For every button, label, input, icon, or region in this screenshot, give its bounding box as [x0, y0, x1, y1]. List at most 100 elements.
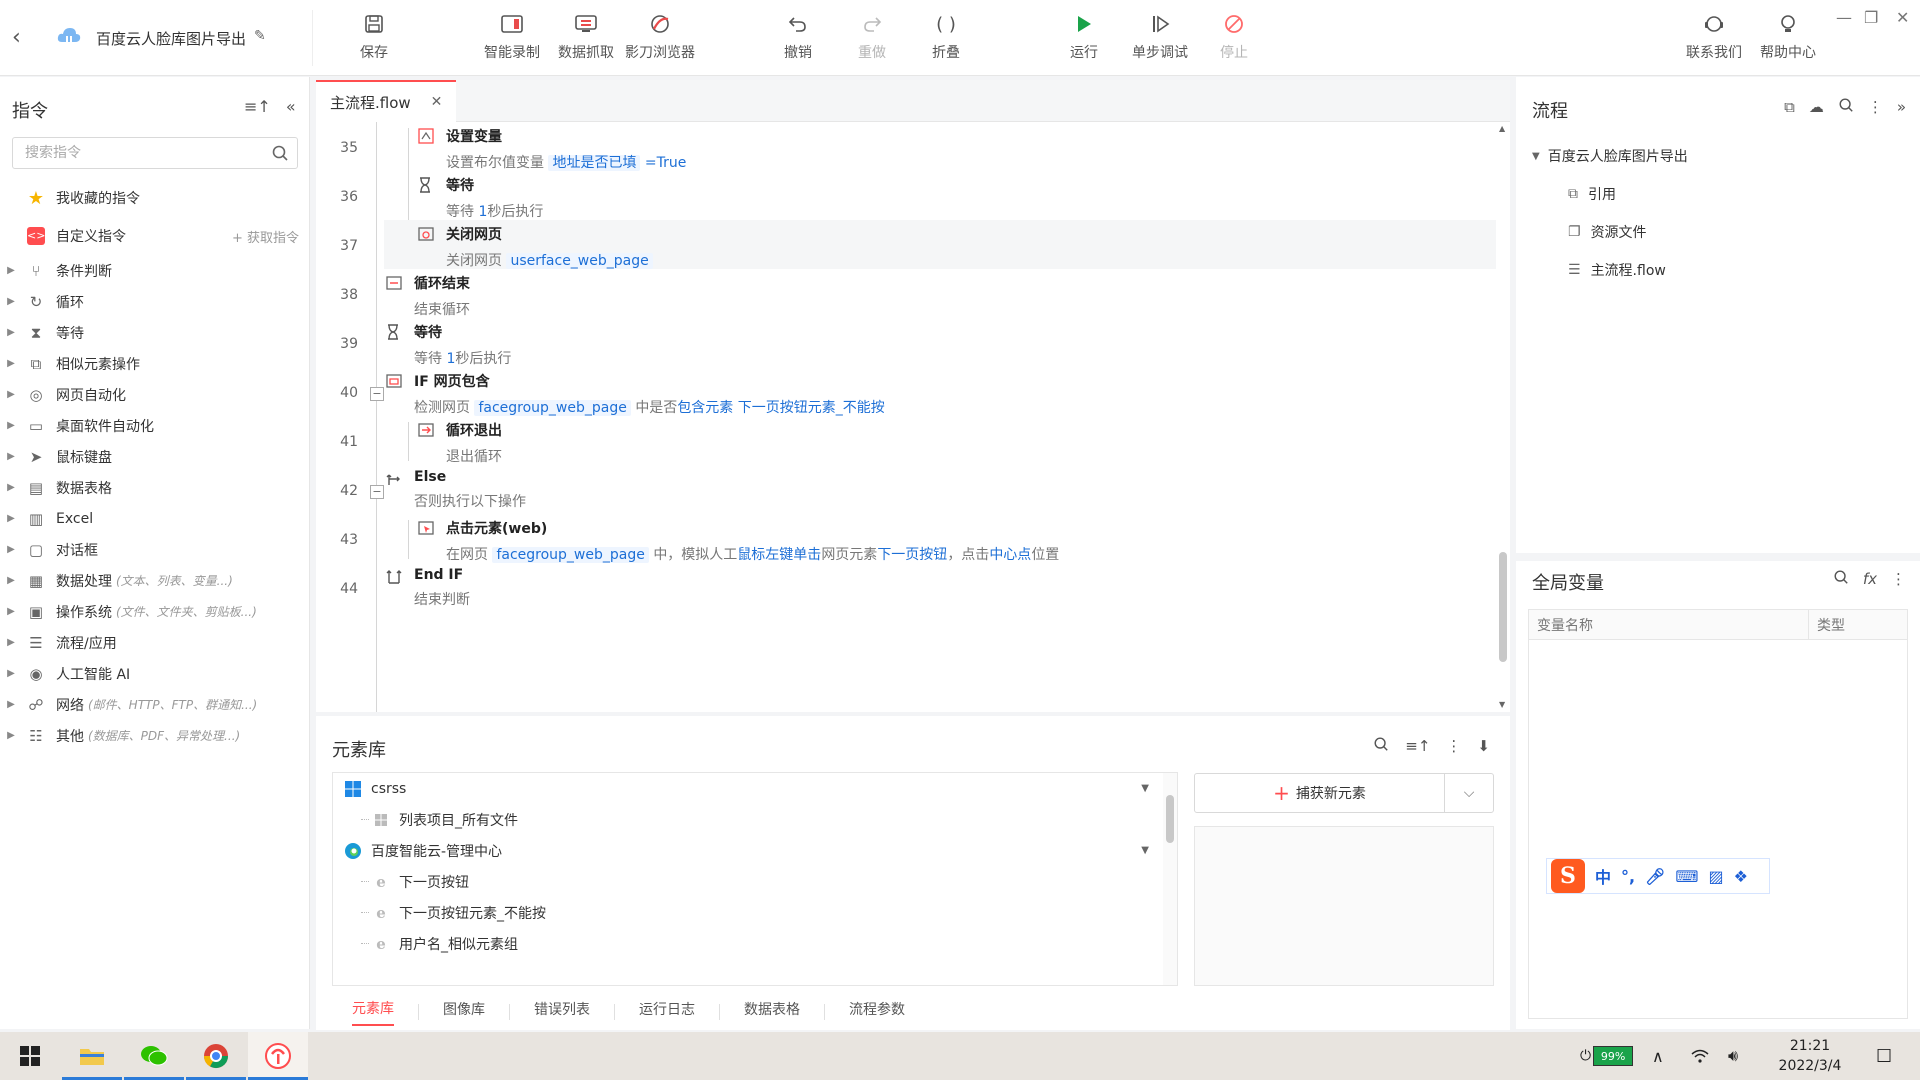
chevron-down-icon[interactable]: ⌵	[1445, 785, 1493, 801]
category-item[interactable]: ▶ ☰ 流程/应用	[0, 627, 309, 658]
collapse-down-icon[interactable]: ⬇	[1477, 737, 1490, 755]
taskbar-wechat[interactable]	[124, 1032, 184, 1080]
sort-icon[interactable]: ≡↑	[244, 97, 271, 116]
caret-down-icon[interactable]: ▼	[1141, 783, 1149, 794]
collapse-left-icon[interactable]: «	[286, 97, 296, 116]
toolbox-icon[interactable]: ❖	[1734, 867, 1748, 886]
category-item[interactable]: ▶ ▭ 桌面软件自动化	[0, 410, 309, 441]
flow-tree-root[interactable]: ▼ 百度云人脸库图片导出	[1532, 137, 1688, 175]
flow-step[interactable]: 点击元素(web) 在网页 facegroup_web_page 中，模拟人工鼠标…	[418, 518, 1059, 578]
bottom-tab[interactable]: 数据表格	[744, 999, 800, 1025]
step-option-link[interactable]: 鼠标左键单击	[737, 547, 821, 563]
help-button[interactable]: 帮助中心	[1752, 10, 1824, 66]
more-icon[interactable]: ⋮	[1868, 98, 1883, 116]
smart-record-button[interactable]: 智能录制	[476, 10, 548, 66]
element-tree-scroll-thumb[interactable]	[1166, 795, 1174, 843]
wifi-icon[interactable]	[1690, 1032, 1710, 1080]
element-tree-row[interactable]: csrss ▼	[333, 773, 1163, 804]
tab-main-flow[interactable]: 主流程.flow ✕	[316, 80, 456, 122]
step-element-link[interactable]: 下一页按钮元素_不能按	[738, 400, 885, 416]
function-icon[interactable]: fx	[1863, 570, 1877, 588]
fold-toggle-icon[interactable]: −	[370, 387, 384, 401]
edit-pencil-icon[interactable]: ✎	[254, 28, 266, 44]
step-variable-token[interactable]: userface_web_page	[506, 253, 653, 269]
category-item[interactable]: ▶ ↻ 循环	[0, 286, 309, 317]
close-window-icon[interactable]: ✕	[1896, 8, 1909, 27]
bottom-tab[interactable]: 元素库	[352, 998, 394, 1026]
capture-new-element-button[interactable]: + 捕获新元素	[1195, 774, 1445, 812]
system-clock[interactable]: 21:21 2022/3/4	[1770, 1036, 1850, 1076]
flow-tree-item-resources[interactable]: ❐ 资源文件	[1568, 213, 1647, 251]
category-item[interactable]: ▶ ⧗ 等待	[0, 317, 309, 348]
fold-button[interactable]: ( ) 折叠	[910, 10, 982, 66]
element-tree-row[interactable]: e 用户名_相似元素组	[333, 928, 1163, 959]
scroll-up-icon[interactable]: ▲	[1499, 124, 1505, 133]
keyboard-icon[interactable]: ⌨	[1675, 867, 1698, 886]
bottom-tab[interactable]: 流程参数	[849, 999, 905, 1025]
browser-button[interactable]: 影刀浏览器	[624, 10, 696, 66]
editor-scroll-thumb[interactable]	[1499, 552, 1507, 662]
element-tree-row[interactable]: e 下一页按钮元素_不能按	[333, 897, 1163, 928]
step-option-link[interactable]: 中心点	[989, 547, 1031, 563]
flow-step[interactable]: 关闭网页 关闭网页 userface_web_page	[418, 224, 653, 284]
close-tab-icon[interactable]: ✕	[431, 94, 443, 110]
bottom-tab[interactable]: 错误列表	[534, 999, 590, 1025]
category-item[interactable]: ▶ ⑂ 条件判断	[0, 255, 309, 286]
ime-punctuation[interactable]: °,	[1621, 867, 1635, 886]
more-icon[interactable]: ⋮	[1891, 570, 1906, 588]
category-item[interactable]: ▶ ☷ 其他 (数据库、PDF、异常处理...)	[0, 720, 309, 751]
stop-button[interactable]: 停止	[1198, 10, 1270, 66]
save-button[interactable]: 保存	[338, 10, 410, 66]
step-option-link[interactable]: 包含元素	[677, 400, 733, 416]
favorites-item[interactable]: ★ 我收藏的指令	[0, 179, 309, 217]
taskbar-chrome[interactable]	[186, 1032, 246, 1080]
battery-indicator[interactable]: ⏻ 99%	[1580, 1032, 1634, 1080]
step-variable-token[interactable]: 地址是否已填	[548, 155, 641, 171]
collapse-right-icon[interactable]: »	[1897, 98, 1906, 116]
category-item[interactable]: ▶ ▣ 操作系统 (文件、文件夹、剪贴板...)	[0, 596, 309, 627]
flow-step[interactable]: End IF 结束判断	[386, 567, 470, 627]
search-icon[interactable]	[1838, 97, 1854, 117]
search-icon[interactable]	[271, 144, 289, 166]
category-item[interactable]: ▶ ▦ 数据处理 (文本、列表、变量...)	[0, 565, 309, 596]
back-icon[interactable]: ‹	[12, 24, 32, 52]
layers-add-icon[interactable]: ⧉	[1784, 98, 1795, 116]
step-variable-token[interactable]: facegroup_web_page	[474, 400, 631, 416]
contact-button[interactable]: 联系我们	[1678, 10, 1750, 66]
taskbar-file-explorer[interactable]	[62, 1032, 122, 1080]
editor-scrollbar[interactable]: ▲ ▼	[1496, 122, 1510, 712]
scroll-down-icon[interactable]: ▼	[1499, 700, 1505, 709]
data-capture-button[interactable]: 数据抓取	[550, 10, 622, 66]
category-item[interactable]: ▶ ▢ 对话框	[0, 534, 309, 565]
notification-icon[interactable]: ☐	[1876, 1032, 1892, 1080]
element-tree-scrollbar[interactable]	[1163, 773, 1177, 985]
undo-button[interactable]: 撤销	[762, 10, 834, 66]
element-tree-row[interactable]: e 下一页按钮	[333, 866, 1163, 897]
restore-icon[interactable]: ❐	[1864, 8, 1878, 27]
category-item[interactable]: ▶ ⧉ 相似元素操作	[0, 348, 309, 379]
fold-toggle-icon[interactable]: −	[370, 485, 384, 499]
category-item[interactable]: ▶ ◉ 人工智能 AI	[0, 658, 309, 689]
caret-down-icon[interactable]: ▼	[1141, 845, 1149, 856]
search-icon[interactable]	[1833, 569, 1849, 589]
sogou-logo-icon[interactable]: S	[1551, 859, 1585, 893]
skin-icon[interactable]: ▨	[1709, 867, 1724, 886]
step-debug-button[interactable]: 单步调试	[1124, 10, 1196, 66]
volume-icon[interactable]: 🔊︎	[1728, 1032, 1738, 1080]
command-search-input[interactable]	[13, 138, 253, 168]
category-item[interactable]: ▶ ➤ 鼠标键盘	[0, 441, 309, 472]
bottom-tab[interactable]: 图像库	[443, 999, 485, 1025]
category-item[interactable]: ▶ ▥ Excel	[0, 503, 309, 534]
taskbar-yingdao[interactable]	[248, 1032, 308, 1080]
run-button[interactable]: 运行	[1048, 10, 1120, 66]
element-tree-row[interactable]: 列表项目_所有文件	[333, 804, 1163, 835]
category-item[interactable]: ▶ ☍ 网络 (邮件、HTTP、FTP、群通知...)	[0, 689, 309, 720]
redo-button[interactable]: 重做	[836, 10, 908, 66]
search-icon[interactable]	[1373, 736, 1389, 756]
category-item[interactable]: ▶ ▤ 数据表格	[0, 472, 309, 503]
flow-tree-item-reference[interactable]: ⧉ 引用	[1568, 175, 1616, 213]
microphone-icon[interactable]: 🎤︎	[1645, 867, 1665, 886]
ime-chinese-mode[interactable]: 中	[1595, 864, 1611, 888]
minimize-icon[interactable]: —	[1836, 8, 1852, 27]
step-element-link[interactable]: 下一页按钮	[877, 547, 947, 563]
